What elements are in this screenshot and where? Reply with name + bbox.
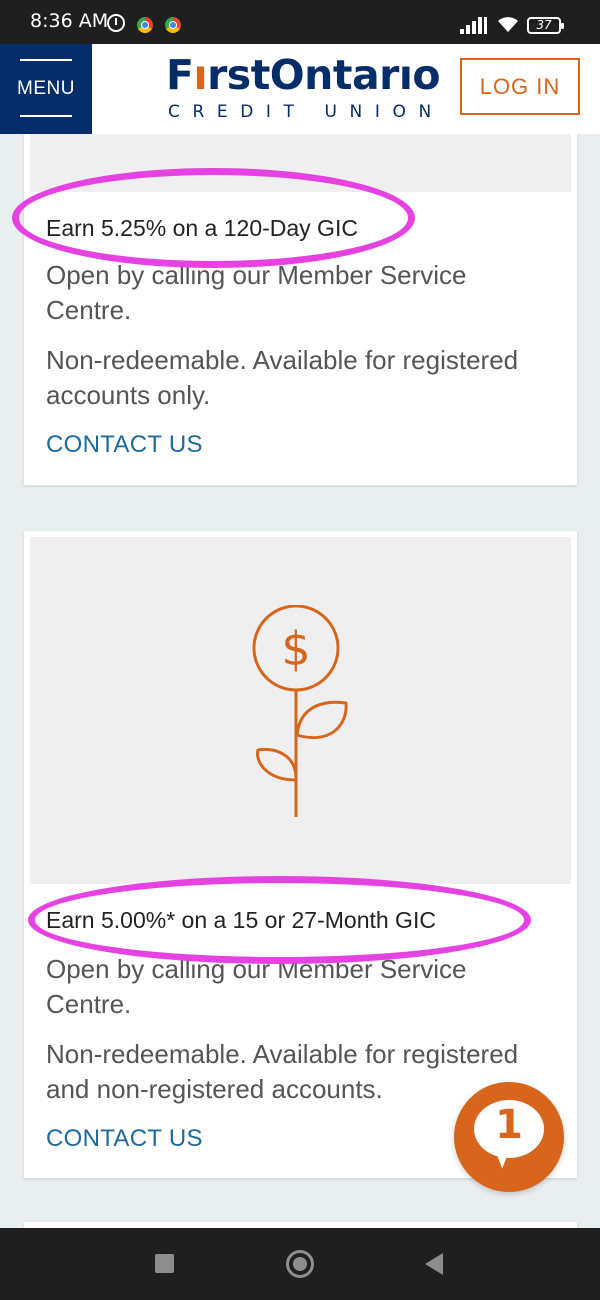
dollar-glyph: $ bbox=[281, 622, 310, 676]
card-title: Earn 5.00%* on a 15 or 27-Month GIC bbox=[46, 907, 436, 933]
menu-label: MENU bbox=[17, 78, 75, 99]
chrome-icon bbox=[165, 17, 181, 33]
firstontario-logo[interactable]: FırstOntarıo CREDIT UNION bbox=[166, 51, 441, 126]
wifi-icon bbox=[498, 17, 518, 32]
battery-level: 37 bbox=[536, 18, 552, 32]
card-description: Open by calling our Member Service Centr… bbox=[46, 954, 467, 1019]
login-button[interactable]: LOG IN bbox=[460, 58, 580, 115]
card-image: $ bbox=[30, 537, 571, 884]
signal-icon bbox=[460, 16, 488, 34]
contact-us-link[interactable]: CONTACT US bbox=[46, 431, 203, 459]
alarm-icon bbox=[107, 14, 125, 32]
recents-button[interactable] bbox=[155, 1254, 174, 1273]
menu-line bbox=[20, 115, 72, 117]
card-terms: Non-redeemable. Available for registered… bbox=[46, 345, 519, 410]
system-nav-bar bbox=[0, 1228, 600, 1300]
contact-us-link[interactable]: CONTACT US bbox=[46, 1125, 203, 1153]
money-plant-icon: $ bbox=[252, 605, 348, 817]
chat-bubble-icon: 1 bbox=[474, 1100, 544, 1158]
home-button[interactable] bbox=[286, 1250, 314, 1278]
menu-button[interactable]: MENU bbox=[0, 44, 92, 134]
chat-count-badge: 1 bbox=[495, 1102, 523, 1148]
logo-wordmark: FırstOntarıo bbox=[166, 51, 441, 99]
menu-line bbox=[20, 59, 72, 61]
card-title: Earn 5.25% on a 120-Day GIC bbox=[46, 215, 358, 241]
back-button[interactable] bbox=[425, 1253, 443, 1275]
card-description: Open by calling our Member Service Centr… bbox=[46, 260, 467, 325]
logo-subtitle: CREDIT UNION bbox=[168, 102, 444, 122]
site-header: MENU FırstOntarıo CREDIT UNION LOG IN bbox=[0, 44, 600, 134]
status-bar: 8:36 AM 37 bbox=[0, 0, 600, 44]
chrome-icon bbox=[137, 17, 153, 33]
status-time: 8:36 AM bbox=[30, 10, 109, 32]
chat-button[interactable]: 1 bbox=[454, 1082, 564, 1192]
offer-card-120-day: Earn 5.25% on a 120-Day GIC Open by call… bbox=[24, 110, 577, 485]
battery-icon: 37 bbox=[527, 17, 564, 34]
offer-card-15-27-month: $ Earn 5.00%* on a 15 or 27-Month GIC Op… bbox=[24, 531, 577, 1178]
